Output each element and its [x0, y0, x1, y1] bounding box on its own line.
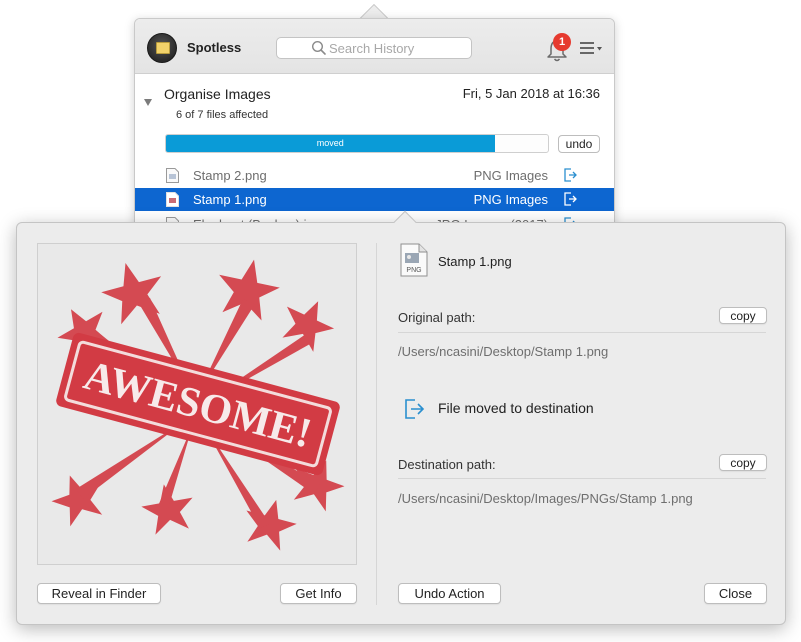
app-logo-icon: [147, 33, 177, 63]
png-file-icon: [166, 168, 179, 183]
group-title: Organise Images: [164, 86, 271, 102]
original-path-label: Original path:: [398, 310, 476, 325]
file-icon-label: PNG: [406, 267, 421, 274]
destination-path-label: Destination path:: [398, 457, 496, 472]
file-row-selected[interactable]: Stamp 1.png PNG Images: [135, 188, 614, 211]
file-name: Stamp 1.png: [193, 192, 267, 207]
moved-file-icon[interactable]: [563, 192, 577, 206]
toolbar: Spotless 1: [135, 19, 614, 74]
group-date: Fri, 5 Jan 2018 at 16:36: [462, 86, 600, 101]
undo-action-button[interactable]: Undo Action: [398, 583, 501, 604]
copy-destination-path-button[interactable]: copy: [719, 454, 767, 471]
detail-file-name: Stamp 1.png: [438, 254, 512, 269]
file-name: Stamp 2.png: [193, 168, 267, 183]
file-type: PNG Images: [473, 168, 548, 183]
notification-badge: 1: [553, 33, 571, 51]
image-preview: AWESOME!: [37, 243, 357, 565]
stamp-image: AWESOME!: [51, 259, 345, 551]
app-title: Spotless: [187, 40, 242, 55]
divider: [398, 332, 766, 333]
progress-fill: moved: [166, 135, 495, 152]
original-path: /Users/ncasini/Desktop/Stamp 1.png: [398, 344, 609, 359]
disclosure-triangle-icon[interactable]: [143, 97, 153, 107]
history-window: Spotless 1 Organise Images Fri, 5 Jan 20…: [134, 18, 615, 248]
file-detail-popover: AWESOME! PNG Stamp 1.png Original path: …: [16, 210, 786, 625]
reveal-in-finder-button[interactable]: Reveal in Finder: [37, 583, 161, 604]
destination-path: /Users/ncasini/Desktop/Images/PNGs/Stamp…: [398, 491, 693, 506]
menu-icon[interactable]: [579, 40, 603, 56]
copy-original-path-button[interactable]: copy: [719, 307, 767, 324]
divider: [398, 478, 766, 479]
search-icon: [311, 40, 326, 55]
file-type: PNG Images: [473, 192, 548, 207]
file-row[interactable]: Stamp 2.png PNG Images: [135, 164, 614, 187]
moved-file-icon[interactable]: [563, 168, 577, 182]
close-button[interactable]: Close: [704, 583, 767, 604]
group-subtitle: 6 of 7 files affected: [176, 109, 269, 121]
png-document-icon: PNG: [400, 243, 428, 277]
file-moved-icon: [405, 399, 425, 419]
action-status: File moved to destination: [438, 400, 594, 416]
progress-bar: moved: [165, 134, 549, 153]
search-input[interactable]: [276, 37, 472, 59]
png-file-icon: [166, 192, 179, 207]
get-info-button[interactable]: Get Info: [280, 583, 357, 604]
undo-button[interactable]: undo: [558, 135, 600, 153]
vertical-divider: [376, 243, 377, 605]
